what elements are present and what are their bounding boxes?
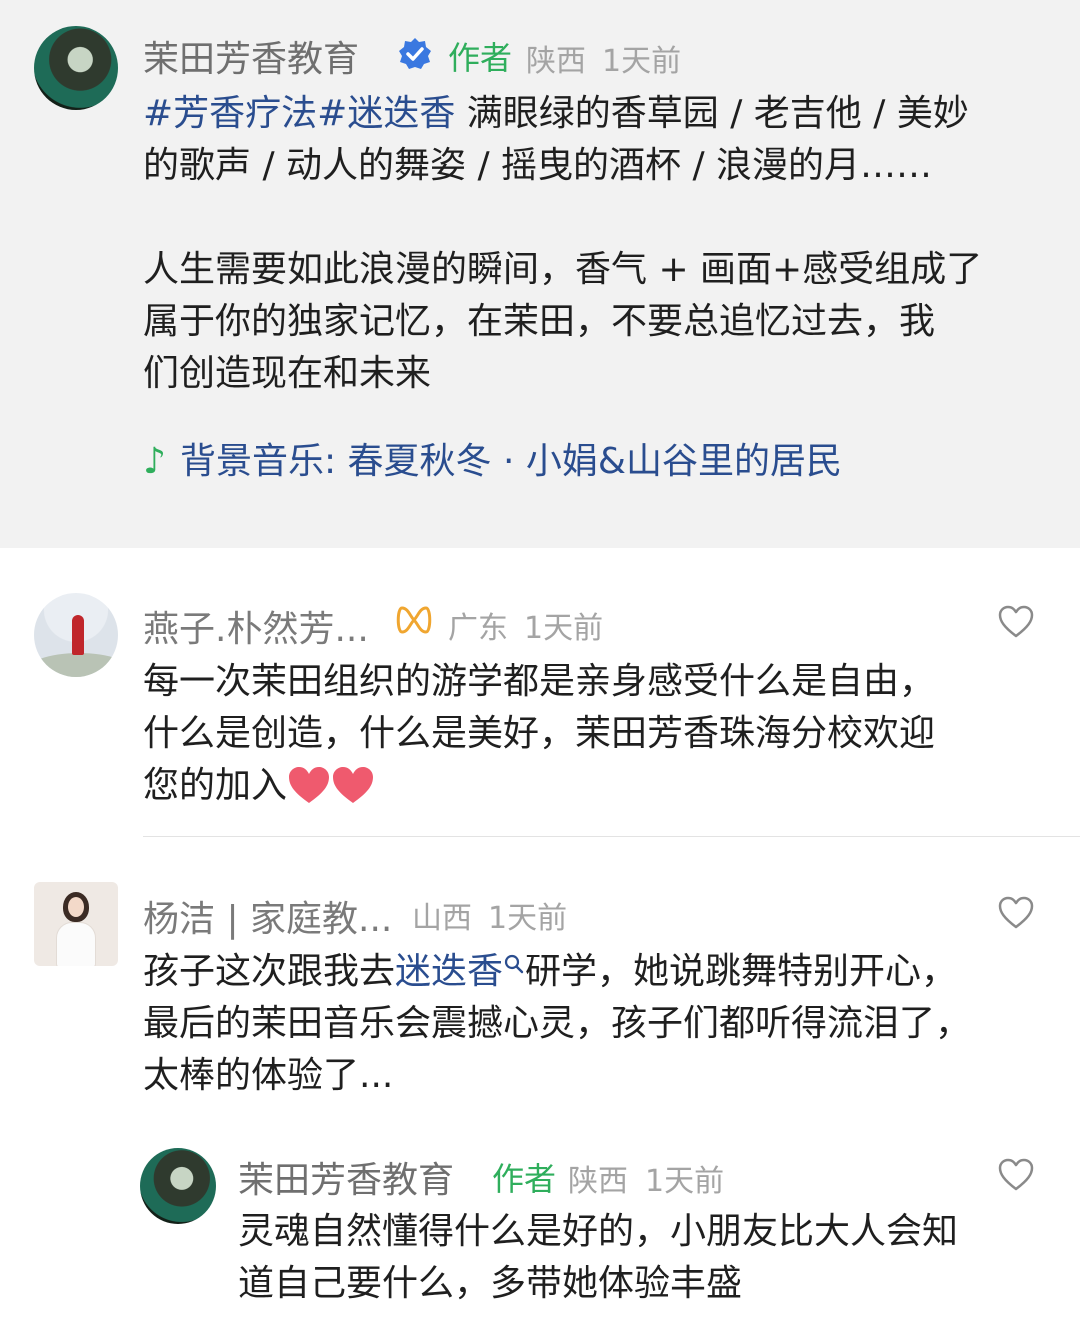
post-line-1: #芳香疗法#迷迭香 满眼绿的香草园 / 老吉他 / 美妙 bbox=[143, 88, 1053, 140]
post-line-3: 人生需要如此浪漫的瞬间，香气 + 画面+感受组成了 bbox=[143, 249, 983, 290]
reply-author-avatar[interactable] bbox=[140, 1148, 216, 1224]
comment-time: 1天前 bbox=[524, 611, 604, 646]
comment-text: 每一次茉田组织的游学都是亲身感受什么是自由， 什么是创造，什么是美好，茉田芳香珠… bbox=[143, 656, 1053, 812]
comment-divider bbox=[143, 836, 1080, 837]
search-link-rosemary[interactable]: 迷迭香 bbox=[395, 951, 503, 992]
commenter-avatar[interactable] bbox=[34, 593, 118, 677]
commenter-name[interactable]: 燕子.朴然芳... bbox=[143, 600, 369, 652]
post-time: 1天前 bbox=[602, 44, 682, 79]
comment-location: 广东 bbox=[448, 611, 508, 646]
comment-time: 1天前 bbox=[488, 901, 568, 936]
comment-line-2: 什么是创造，什么是美好，茉田芳香珠海分校欢迎 bbox=[143, 713, 936, 754]
author-tag: 作者 bbox=[448, 39, 513, 77]
post-line-2: 的歌声 / 动人的舞姿 / 摇曳的酒杯 / 浪漫的月…… bbox=[143, 145, 933, 186]
author-avatar[interactable] bbox=[34, 26, 118, 110]
comment-line-3: 太棒的体验了... bbox=[143, 1055, 394, 1096]
post-line-5: 们创造现在和未来 bbox=[143, 353, 432, 394]
reply-author-name[interactable]: 茉田芳香教育 bbox=[238, 1151, 454, 1203]
author-name[interactable]: 茉田芳香教育 bbox=[143, 30, 359, 82]
reply-author-tag: 作者 bbox=[492, 1160, 557, 1198]
comment-line-1-post: 研学，她说跳舞特别开心， bbox=[525, 951, 958, 992]
comment-text: 孩子这次跟我去迷迭香 研学，她说跳舞特别开心， 最后的茉田音乐会震撼心灵，孩子们都… bbox=[143, 946, 1053, 1102]
topic-link-rosemary[interactable]: #迷迭香 bbox=[317, 93, 455, 134]
post-text: #芳香疗法#迷迭香 满眼绿的香草园 / 老吉他 / 美妙 的歌声 / 动人的舞姿… bbox=[143, 88, 1053, 400]
like-heart-icon[interactable] bbox=[998, 1158, 1034, 1192]
infinity-badge-icon bbox=[396, 606, 432, 634]
post-line-1-text: 满眼绿的香草园 / 老吉他 / 美妙 bbox=[455, 93, 969, 134]
reply-line-2: 道自己要什么，多带她体验丰盛 bbox=[238, 1263, 743, 1304]
reply-time: 1天前 bbox=[645, 1164, 725, 1199]
comment-line-3: 您的加入 bbox=[143, 760, 1053, 812]
commenter-avatar[interactable] bbox=[34, 882, 118, 966]
comment-line-3-text: 您的加入 bbox=[143, 765, 288, 806]
red-heart-emoji-icon bbox=[333, 767, 374, 803]
commenter-name[interactable]: 杨洁 | 家庭教... bbox=[143, 890, 392, 942]
reply-line-1: 灵魂自然懂得什么是好的，小朋友比大人会知 bbox=[238, 1211, 959, 1252]
comment-line-1: 每一次茉田组织的游学都是亲身感受什么是自由， bbox=[143, 661, 936, 702]
post-location: 陕西 bbox=[526, 44, 586, 79]
reply-location: 陕西 bbox=[568, 1164, 628, 1199]
reply-text: 灵魂自然懂得什么是好的，小朋友比大人会知 道自己要什么，多带她体验丰盛 bbox=[238, 1206, 1058, 1310]
verified-badge-icon bbox=[399, 38, 431, 69]
background-music-label: 背景音乐: 春夏秋冬 · 小娟&山谷里的居民 bbox=[179, 441, 842, 482]
search-icon[interactable] bbox=[503, 953, 525, 975]
comment-line-2: 最后的茉田音乐会震撼心灵，孩子们都听得流泪了， bbox=[143, 1003, 972, 1044]
like-heart-icon[interactable] bbox=[998, 605, 1034, 639]
comment-line-1-pre: 孩子这次跟我去 bbox=[143, 951, 396, 992]
music-note-icon: ♪ bbox=[143, 441, 166, 482]
background-music-link[interactable]: ♪ 背景音乐: 春夏秋冬 · 小娟&山谷里的居民 bbox=[143, 432, 842, 484]
comment-location: 山西 bbox=[412, 901, 472, 936]
original-post: 茉田芳香教育 作者 陕西 1天前 #芳香疗法#迷迭香 满眼绿的香草园 / 老吉他… bbox=[0, 0, 1080, 548]
post-line-4: 属于你的独家记忆，在茉田，不要总追忆过去，我 bbox=[143, 301, 936, 342]
comment-line-1: 孩子这次跟我去迷迭香 研学，她说跳舞特别开心， bbox=[143, 946, 1053, 998]
red-heart-emoji-icon bbox=[289, 767, 330, 803]
topic-link-aromatherapy[interactable]: #芳香疗法 bbox=[143, 93, 317, 134]
like-heart-icon[interactable] bbox=[998, 896, 1034, 930]
